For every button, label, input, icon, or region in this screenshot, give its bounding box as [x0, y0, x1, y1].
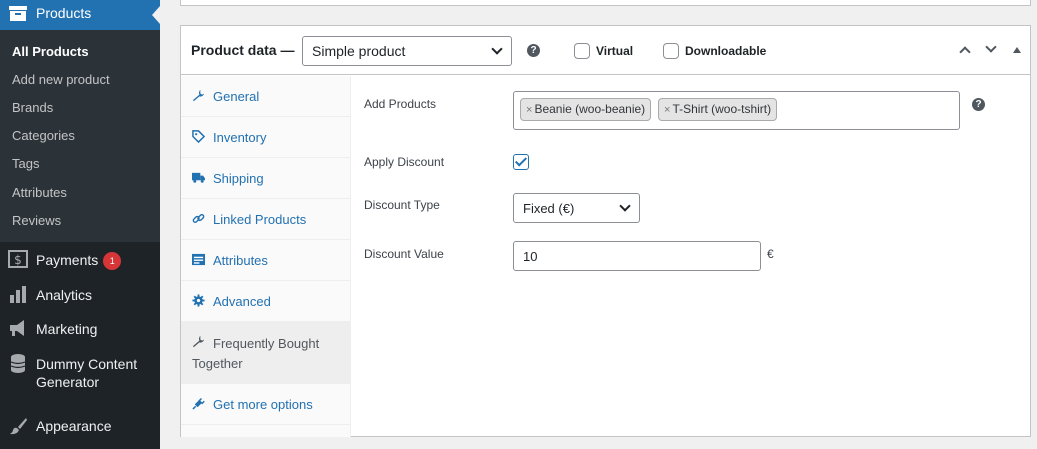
virtual-label: Virtual	[596, 44, 634, 58]
menu-item-products[interactable]: Products	[0, 0, 160, 30]
help-icon[interactable]: ?	[972, 98, 985, 111]
menu-item-dummy-content-generator[interactable]: Dummy Content Generator	[0, 352, 160, 390]
submenu-attributes[interactable]: Attributes	[12, 185, 67, 201]
tab-label-attributes: Attributes	[213, 253, 268, 268]
checkmark-icon	[514, 154, 528, 167]
tag-remove-icon[interactable]: ×	[526, 104, 532, 116]
menu-label-generator: Generator	[36, 374, 100, 390]
downloadable-checkbox[interactable]	[663, 43, 679, 59]
product-type-select[interactable]: Simple product	[302, 36, 512, 66]
tab-label-frequently-bought: Frequently Bought	[213, 336, 320, 351]
admin-sidebar: Products All Products Add new product Br…	[0, 0, 160, 449]
product-data-header: Product data — Simple product ? Virtual …	[181, 26, 1030, 75]
product-data-panel: Product data — Simple product ? Virtual …	[180, 25, 1031, 437]
truck-icon	[192, 172, 205, 183]
tab-label-get-more-options: Get more options	[213, 397, 313, 412]
discount-type-value: Fixed (€)	[523, 201, 575, 216]
menu-item-analytics[interactable]: Analytics	[0, 283, 160, 307]
product-type-value: Simple product	[312, 43, 406, 59]
tab-get-more-options[interactable]: Get more options	[181, 384, 351, 425]
tag-icon	[192, 130, 205, 143]
discount-value: 10	[523, 249, 538, 264]
menu-item-marketing[interactable]: Marketing	[0, 317, 160, 341]
product-data-title: Product data —	[191, 42, 295, 58]
move-up-icon[interactable]	[959, 46, 971, 58]
add-products-input[interactable]: × Beanie (woo-beanie) × T-Shirt (woo-tshir…	[513, 91, 960, 130]
tab-label-inventory: Inventory	[213, 130, 267, 145]
products-submenu: All Products Add new product Brands Cate…	[0, 30, 160, 242]
tab-attributes[interactable]: Attributes	[181, 240, 351, 281]
tab-general[interactable]: General	[181, 76, 351, 117]
discount-value-input[interactable]: 10	[513, 241, 761, 271]
wrench-icon	[192, 335, 205, 348]
apply-discount-checkbox[interactable]	[513, 154, 529, 170]
tab-frequently-bought-together[interactable]: Frequently Bought Together	[181, 322, 351, 384]
chevron-down-icon	[491, 43, 503, 55]
product-data-tabs: General Inventory Shipping Linked Produc…	[181, 76, 351, 437]
menu-label-marketing: Marketing	[36, 321, 98, 337]
gear-icon	[192, 294, 205, 307]
list-icon	[192, 253, 205, 266]
tab-label-general: General	[213, 89, 260, 104]
collapse-toggle-icon[interactable]	[1013, 47, 1021, 53]
apply-discount-label: Apply Discount	[364, 155, 445, 169]
submenu-all-products[interactable]: All Products	[12, 44, 89, 60]
virtual-checkbox[interactable]	[574, 43, 590, 59]
menu-label-analytics: Analytics	[36, 287, 93, 303]
help-icon[interactable]: ?	[527, 44, 540, 57]
previous-postbox	[180, 0, 1031, 6]
tab-inventory[interactable]: Inventory	[181, 117, 351, 158]
product-tag-tshirt: × T-Shirt (woo-tshirt)	[658, 98, 778, 121]
database-icon	[10, 354, 26, 373]
tab-advanced[interactable]: Advanced	[181, 281, 351, 322]
current-menu-arrow	[152, 6, 160, 24]
tab-linked-products[interactable]: Linked Products	[181, 199, 351, 240]
tab-label-together: Together	[192, 356, 243, 371]
menu-label-products: Products	[36, 5, 92, 21]
svg-text:$: $	[14, 253, 22, 267]
product-tag-beanie: × Beanie (woo-beanie)	[520, 98, 652, 121]
discount-type-select[interactable]: Fixed (€)	[513, 193, 640, 223]
notification-badge: 1	[103, 252, 122, 270]
menu-item-payments[interactable]: $ Payments 1	[0, 248, 160, 272]
submenu-brands[interactable]: Brands	[12, 100, 53, 116]
submenu-add-new-product[interactable]: Add new product	[12, 72, 110, 88]
submenu-categories[interactable]: Categories	[12, 128, 75, 144]
archive-icon	[9, 6, 27, 21]
menu-label-payments: Payments	[36, 252, 99, 268]
link-icon	[192, 214, 205, 223]
downloadable-label: Downloadable	[685, 44, 767, 58]
dollar-icon: $	[8, 250, 28, 268]
discount-value-label: Discount Value	[364, 247, 444, 261]
currency-symbol: €	[767, 247, 774, 261]
wrench-icon	[192, 89, 205, 102]
bar-chart-icon	[10, 286, 26, 303]
tab-shipping[interactable]: Shipping	[181, 158, 351, 199]
megaphone-icon	[10, 320, 24, 336]
tag-remove-icon[interactable]: ×	[664, 104, 670, 116]
submenu-reviews[interactable]: Reviews	[12, 213, 61, 229]
tab-label-linked-products: Linked Products	[213, 212, 307, 227]
tab-label-advanced: Advanced	[213, 294, 271, 309]
move-down-icon[interactable]	[985, 41, 997, 53]
chevron-down-icon	[619, 200, 631, 212]
paintbrush-icon	[10, 418, 27, 435]
submenu-tags[interactable]: Tags	[12, 156, 39, 172]
menu-label-appearance: Appearance	[36, 418, 112, 434]
tab-label-shipping: Shipping	[213, 171, 264, 186]
add-products-label: Add Products	[364, 97, 437, 111]
menu-item-appearance[interactable]: Appearance	[0, 415, 160, 439]
menu-label-dummy-content: Dummy Content	[36, 356, 138, 372]
discount-type-label: Discount Type	[364, 198, 440, 212]
plugin-icon	[192, 397, 205, 410]
